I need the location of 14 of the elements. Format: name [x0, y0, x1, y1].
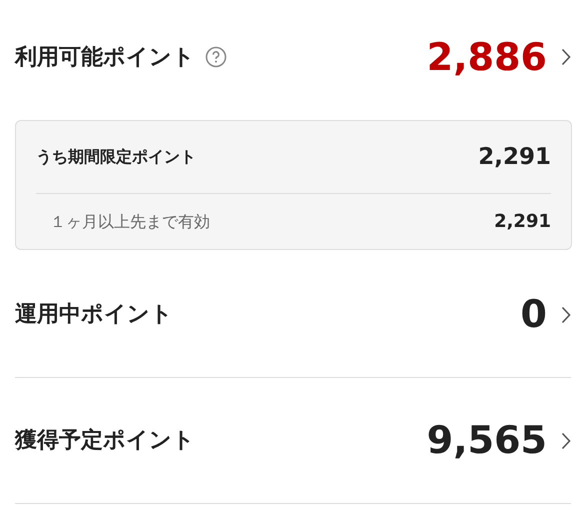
- points-value: 9,565: [426, 417, 547, 464]
- points-label: 獲得予定ポイント: [15, 426, 195, 455]
- expiry-label: １ヶ月以上先まで有効: [50, 210, 210, 232]
- limited-points-label: うち期間限定ポイント: [36, 146, 196, 168]
- points-label: 利用可能ポイント: [15, 44, 195, 72]
- limited-points-value: 2,291: [478, 142, 551, 172]
- chevron-right-icon: [561, 432, 571, 450]
- help-icon[interactable]: [205, 46, 227, 68]
- points-label: 運用中ポイント: [15, 301, 173, 329]
- chevron-right-icon: [561, 306, 571, 324]
- expiry-value: 2,291: [494, 210, 551, 234]
- chevron-right-icon: [561, 48, 571, 66]
- points-value: 0: [520, 291, 547, 338]
- points-value: 2,886: [426, 34, 547, 80]
